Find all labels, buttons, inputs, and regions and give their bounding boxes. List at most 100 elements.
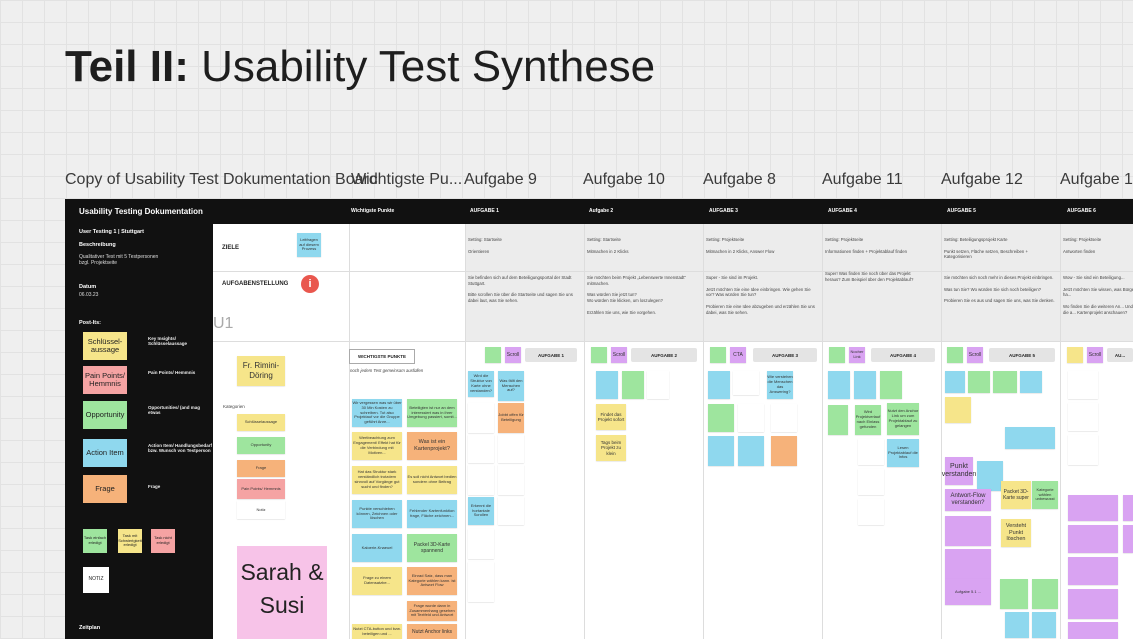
frame-label-board[interactable]: Copy of Usability Test Dokumentation Boa… bbox=[65, 171, 378, 189]
note-blank[interactable] bbox=[498, 497, 524, 525]
ziele-note-sticky[interactable]: Leitfragen auf diesem Prozess bbox=[297, 233, 321, 257]
wichtig-note[interactable]: Einrad Satz, dass man Kategorie wählen k… bbox=[407, 567, 457, 595]
a5-note[interactable] bbox=[977, 461, 1003, 491]
wichtig-note[interactable]: Es soll nicht Antwort bedien sondern ohn… bbox=[407, 466, 457, 494]
task-result-sticky[interactable] bbox=[829, 347, 845, 363]
a5-note[interactable]: Versteht Punkt löschen bbox=[1001, 519, 1031, 547]
wichtig-note[interactable]: Beteiligten ist nur an dem interessiert … bbox=[407, 399, 457, 427]
a5-note[interactable] bbox=[945, 549, 991, 579]
task-result-sticky[interactable] bbox=[1067, 347, 1083, 363]
wichtig-note[interactable]: Frage wurde dann in Zusammenhang gesehen… bbox=[407, 601, 457, 621]
frame-label-wichtigste[interactable]: Wichtigste Pu... bbox=[351, 171, 462, 189]
frame-label-aufgabe-1[interactable]: Aufgabe 1 bbox=[1060, 171, 1133, 189]
frame-label-aufgabe-12[interactable]: Aufgabe 12 bbox=[941, 171, 1023, 189]
task-result-sticky[interactable] bbox=[710, 347, 726, 363]
note-blank[interactable] bbox=[468, 562, 494, 602]
info-icon[interactable]: i bbox=[301, 275, 319, 293]
a4-note[interactable] bbox=[828, 405, 848, 435]
note-blank[interactable] bbox=[733, 371, 759, 395]
note-blank[interactable] bbox=[647, 371, 669, 399]
note-blank[interactable] bbox=[468, 435, 494, 463]
wichtig-note[interactable]: Hat das Struktur stark verständlich trot… bbox=[352, 466, 402, 494]
note-blank[interactable] bbox=[1068, 435, 1098, 465]
task-label-sticky[interactable]: Nocher Link bbox=[849, 347, 865, 363]
frame-label-aufgabe-8[interactable]: Aufgabe 8 bbox=[703, 171, 776, 189]
task-label-sticky[interactable]: Scroll bbox=[967, 347, 983, 363]
a2-note[interactable] bbox=[622, 371, 644, 399]
a3-note[interactable]: Wie verstehen die Menschen das Answering… bbox=[767, 371, 793, 399]
wichtig-note[interactable]: Kaloerie-Knaeuel bbox=[352, 534, 402, 562]
testing-board[interactable]: Usability Testing Dokumentation User Tes… bbox=[65, 199, 1133, 639]
a4-note[interactable]: Wird Projektverlauf nach Einlass gefunde… bbox=[855, 405, 881, 435]
a4-note[interactable]: Lesen Projektablauf die Infos bbox=[887, 439, 919, 467]
note-blank[interactable] bbox=[738, 404, 764, 432]
a5-note[interactable] bbox=[1005, 427, 1055, 449]
a5-note[interactable] bbox=[1032, 579, 1058, 609]
a6-note[interactable] bbox=[1123, 495, 1133, 521]
a5-note[interactable]: Kategorie wählen unbewusst bbox=[1032, 481, 1058, 509]
a1-note[interactable]: Wird die Struktur von Karte ohne verstan… bbox=[468, 371, 494, 397]
a3-note[interactable] bbox=[738, 436, 764, 466]
wichtig-note[interactable]: Wir vergessen was wir über 30 Min Kosten… bbox=[352, 399, 402, 427]
a5-note[interactable] bbox=[945, 397, 971, 423]
task-result-sticky[interactable] bbox=[485, 347, 501, 363]
task-label-sticky[interactable]: Scroll bbox=[1087, 347, 1103, 363]
a3-note[interactable] bbox=[771, 436, 797, 466]
a5-note[interactable]: Punkt verstanden bbox=[942, 457, 976, 485]
wichtig-note[interactable]: Frage zu einem Datensatzbe... bbox=[352, 567, 402, 595]
a6-note[interactable] bbox=[1068, 622, 1118, 639]
wichtig-note[interactable]: Was ist ein Kartenprojekt? bbox=[407, 432, 457, 460]
a4-note[interactable] bbox=[880, 371, 902, 399]
note-blank[interactable] bbox=[1068, 403, 1098, 431]
a5-note[interactable] bbox=[1000, 579, 1028, 609]
a5-note[interactable] bbox=[945, 516, 991, 546]
wichtig-note[interactable]: Wertbeachtung zum Engagement/ Effekt hat… bbox=[352, 432, 402, 460]
a3-note[interactable] bbox=[708, 436, 734, 466]
a5-note[interactable] bbox=[1032, 612, 1056, 638]
task-result-sticky[interactable] bbox=[591, 347, 607, 363]
a6-note[interactable] bbox=[1123, 525, 1133, 553]
a1-note[interactable]: Erkennt die hortantale Scrollen bbox=[468, 497, 494, 525]
task-label-sticky[interactable]: Scroll bbox=[505, 347, 521, 363]
frame-label-aufgabe-9[interactable]: Aufgabe 9 bbox=[464, 171, 537, 189]
team-sticky[interactable]: Sarah & Susi bbox=[237, 546, 327, 639]
wichtig-note[interactable]: Nutzt CTA-button und bzw. beteiligen und… bbox=[352, 624, 402, 639]
a3-note[interactable] bbox=[708, 371, 730, 399]
kategorie-sticky[interactable]: Schlüsselaussage bbox=[237, 414, 285, 431]
a5-note[interactable]: Aufgabe 5.1 ... bbox=[945, 579, 991, 605]
a6-note[interactable] bbox=[1068, 557, 1118, 585]
a5-note[interactable]: Packet 3D-Karte super bbox=[1001, 481, 1031, 509]
a3-note[interactable] bbox=[708, 404, 734, 432]
frame-label-aufgabe-11[interactable]: Aufgabe 11 bbox=[822, 171, 903, 189]
note-blank[interactable] bbox=[468, 403, 494, 433]
note-blank[interactable] bbox=[498, 465, 524, 495]
person-sticky[interactable]: Fr. Rimini-Döring bbox=[237, 356, 285, 386]
a5-note[interactable] bbox=[945, 371, 965, 393]
a5-note[interactable]: Antwort-Flow verstanden? bbox=[945, 489, 991, 511]
a5-note[interactable] bbox=[968, 371, 990, 393]
a5-note[interactable] bbox=[1020, 371, 1042, 393]
wichtig-note[interactable]: Nutzt Anchor links bbox=[407, 624, 457, 639]
a6-note[interactable] bbox=[1068, 525, 1118, 553]
a1-note[interactable]: Was fällt den Menschen auf? bbox=[498, 371, 524, 401]
note-blank[interactable] bbox=[468, 529, 494, 559]
note-blank[interactable] bbox=[858, 439, 884, 465]
note-blank[interactable] bbox=[468, 465, 494, 495]
a5-note[interactable] bbox=[1005, 612, 1029, 638]
task-label-sticky[interactable]: CTA bbox=[730, 347, 746, 363]
note-blank[interactable] bbox=[771, 404, 797, 432]
a5-note[interactable] bbox=[993, 371, 1017, 393]
note-blank[interactable] bbox=[858, 469, 884, 495]
note-blank[interactable] bbox=[858, 499, 884, 525]
wichtig-note[interactable]: Punkte verschieben können, Zeichnen oder… bbox=[352, 500, 402, 528]
note-blank[interactable] bbox=[1068, 371, 1098, 399]
kategorie-sticky[interactable]: Opportunity bbox=[237, 437, 285, 454]
a6-note[interactable] bbox=[1068, 495, 1118, 521]
kategorie-sticky[interactable]: Pain Points/ Hemmnis bbox=[237, 479, 285, 499]
a4-note[interactable] bbox=[854, 371, 876, 399]
wichtig-note[interactable]: Fehlender Kartenfunktion frage, Fläche z… bbox=[407, 500, 457, 528]
frame-label-aufgabe-10[interactable]: Aufgabe 10 bbox=[583, 171, 665, 189]
wichtig-note[interactable]: Packel 3D-Karte spannend bbox=[407, 534, 457, 562]
note-blank[interactable] bbox=[498, 435, 524, 463]
task-label-sticky[interactable]: Scroll bbox=[611, 347, 627, 363]
